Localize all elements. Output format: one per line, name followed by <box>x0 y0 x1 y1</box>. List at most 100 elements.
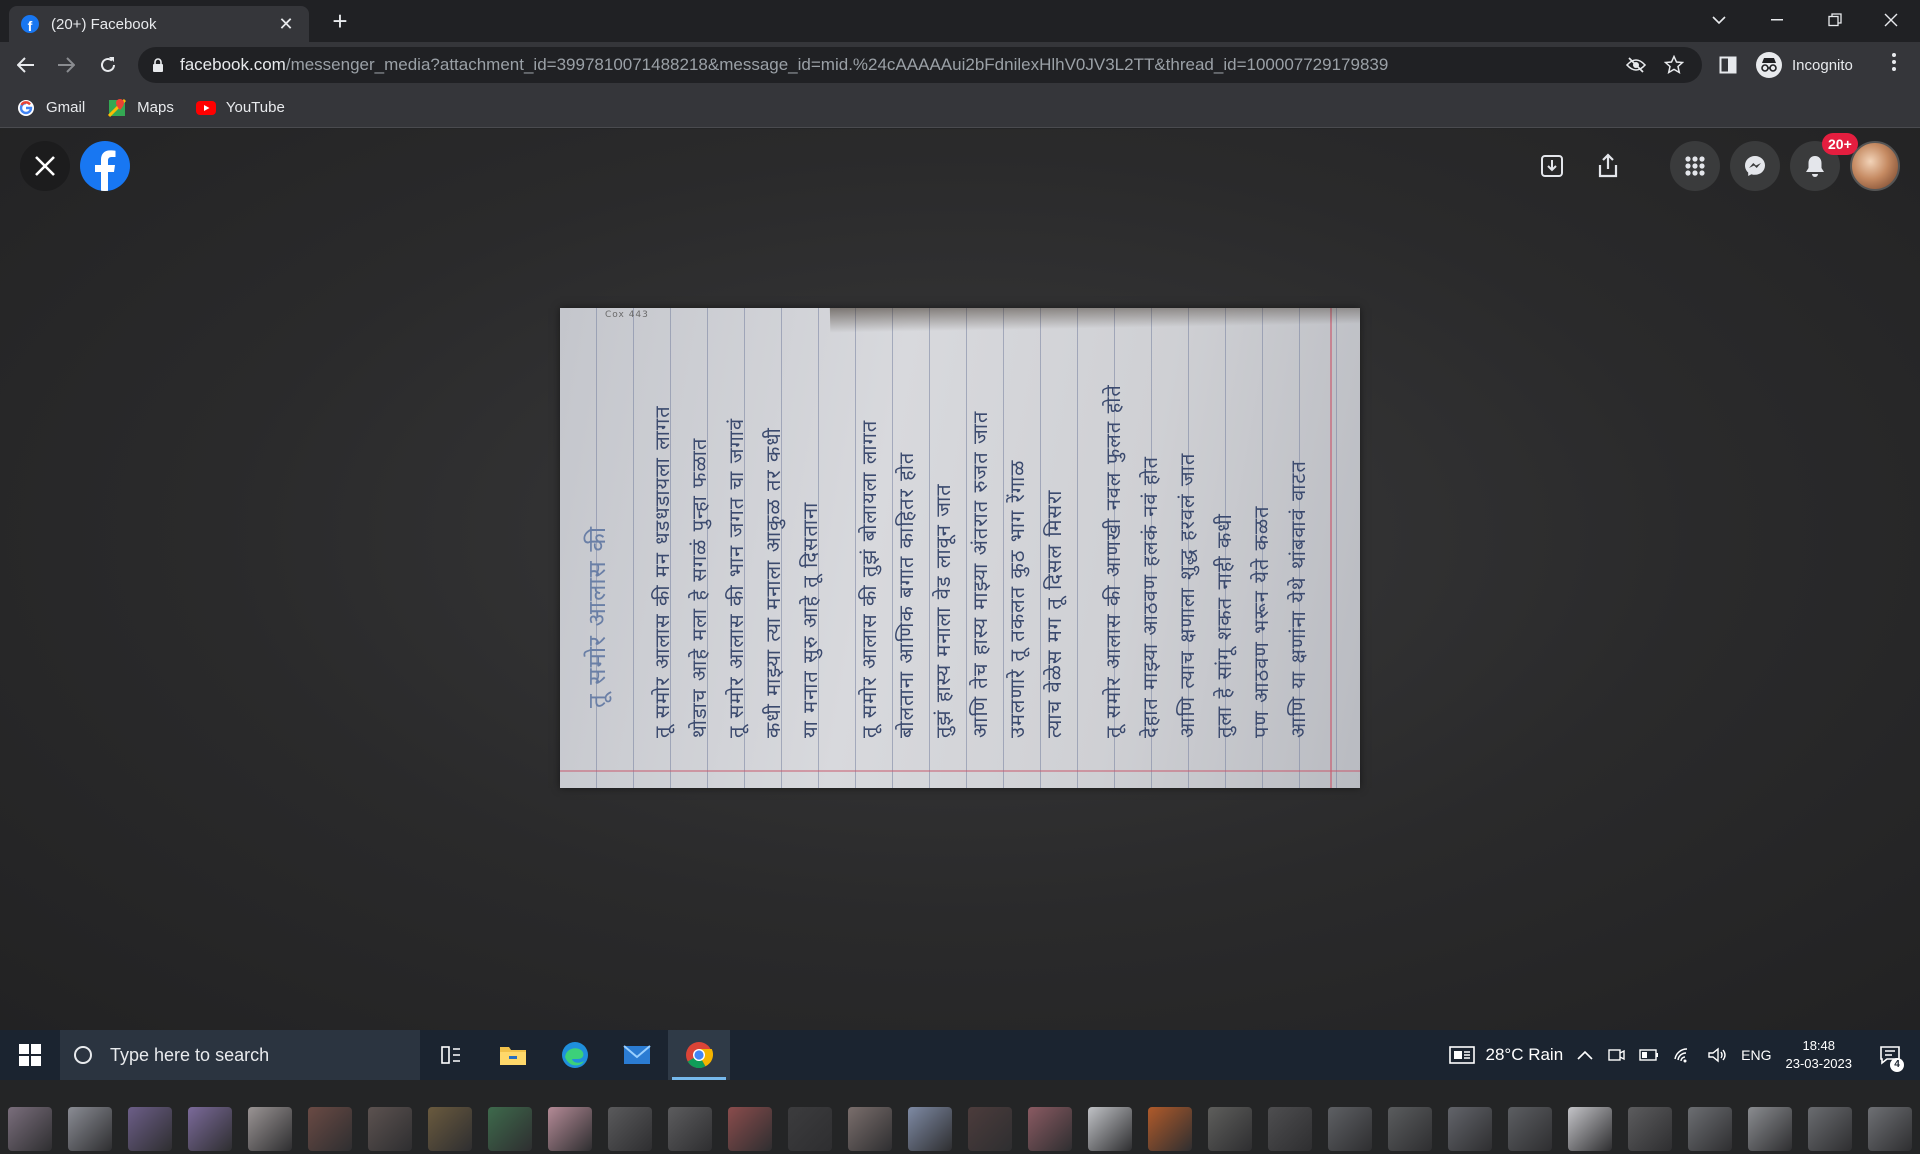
chevron-up-icon[interactable] <box>1577 1050 1593 1060</box>
volume-icon[interactable] <box>1707 1047 1727 1063</box>
media-thumbnail[interactable] <box>1088 1107 1132 1151</box>
battery-icon[interactable] <box>1639 1049 1659 1061</box>
incognito-icon <box>1756 52 1782 78</box>
media-thumbnail[interactable] <box>1268 1107 1312 1151</box>
bookmark-youtube[interactable]: YouTube <box>195 98 285 118</box>
restore-icon[interactable] <box>1806 0 1864 40</box>
media-thumbnail[interactable] <box>1448 1107 1492 1151</box>
windows-start-icon[interactable] <box>0 1030 60 1080</box>
media-thumbnail[interactable] <box>1688 1107 1732 1151</box>
notebook-header-text: Cox 443 <box>605 310 649 320</box>
notebook-margin-bottom <box>560 770 1360 772</box>
task-view-icon[interactable] <box>420 1030 482 1080</box>
media-thumbnail[interactable] <box>1028 1107 1072 1151</box>
download-icon[interactable] <box>1527 141 1577 191</box>
meet-icon[interactable] <box>1607 1047 1625 1063</box>
notification-count: 4 <box>1890 1058 1904 1072</box>
media-thumbnail[interactable] <box>608 1107 652 1151</box>
clock-date: 23-03-2023 <box>1785 1056 1853 1071</box>
media-thumbnail[interactable] <box>488 1107 532 1151</box>
weather-widget[interactable]: 28°C Rain <box>1449 1045 1563 1065</box>
url-path: /messenger_media?attachment_id=399781007… <box>285 55 1389 74</box>
media-thumbnail[interactable] <box>1628 1107 1672 1151</box>
media-thumbnail[interactable] <box>428 1107 472 1151</box>
media-thumbnail[interactable] <box>848 1107 892 1151</box>
sidepanel-icon[interactable] <box>1712 49 1744 81</box>
media-thumbnail[interactable] <box>1808 1107 1852 1151</box>
media-thumbnail[interactable] <box>908 1107 952 1151</box>
handwritten-line: बोलताना आणिक बगात काहितर होत <box>894 451 918 738</box>
eye-off-icon[interactable] <box>1622 51 1650 79</box>
taskbar-search[interactable]: Type here to search <box>60 1030 420 1080</box>
handwritten-line: तू समोर आलास की आणखी नवल फुलत होते <box>1101 384 1125 738</box>
apps-grid-icon[interactable] <box>1670 141 1720 191</box>
new-tab-button[interactable]: + <box>326 8 354 36</box>
handwritten-line: कधी माझ्या त्या मनाला आकुळ तर कधी <box>761 427 785 738</box>
media-thumbnail[interactable] <box>368 1107 412 1151</box>
media-thumbnail[interactable] <box>8 1107 52 1151</box>
menu-icon[interactable] <box>1880 51 1908 79</box>
close-window-icon[interactable] <box>1862 0 1920 40</box>
media-thumbnail[interactable] <box>1868 1107 1912 1151</box>
browser-tab[interactable]: f (20+) Facebook ✕ <box>9 6 309 42</box>
messenger-icon[interactable] <box>1730 141 1780 191</box>
media-thumbnail[interactable] <box>248 1107 292 1151</box>
media-thumbnail[interactable] <box>728 1107 772 1151</box>
handwritten-line: पण आठवण भरून येते कळत <box>1249 505 1273 738</box>
lock-icon[interactable] <box>152 58 164 72</box>
attachment-photo: Cox 443 तू समोर आलास की तू समोर आलास की म… <box>560 308 1360 788</box>
media-thumbnail[interactable] <box>1508 1107 1552 1151</box>
notification-badge: 20+ <box>1822 133 1858 155</box>
notification-icon[interactable]: 4 <box>1870 1030 1910 1080</box>
share-icon[interactable] <box>1583 141 1633 191</box>
windows-taskbar: Type here to search 28°C Rain ENG 18:48 … <box>0 1030 1920 1080</box>
clock[interactable]: 18:48 23-03-2023 <box>1786 1037 1853 1073</box>
media-thumbnail[interactable] <box>968 1107 1012 1151</box>
media-thumbnail[interactable] <box>1568 1107 1612 1151</box>
media-thumbnail[interactable] <box>188 1107 232 1151</box>
bookmark-maps[interactable]: Maps <box>107 98 174 118</box>
media-thumbnail[interactable] <box>1748 1107 1792 1151</box>
facebook-logo[interactable] <box>80 141 130 191</box>
bookmark-gmail[interactable]: Gmail <box>16 98 85 118</box>
star-icon[interactable] <box>1660 51 1688 79</box>
media-thumbnail[interactable] <box>548 1107 592 1151</box>
tab-close-icon[interactable]: ✕ <box>275 14 297 35</box>
handwritten-line: त्याच वेळेस मग तू दिसल मिसरा <box>1042 489 1066 738</box>
address-bar[interactable]: facebook.com/messenger_media?attachment_… <box>138 47 1702 83</box>
media-thumbnail[interactable] <box>668 1107 712 1151</box>
tab-search-icon[interactable] <box>1690 0 1748 40</box>
media-thumbnail[interactable] <box>128 1107 172 1151</box>
incognito-indicator[interactable]: Incognito <box>1756 49 1853 81</box>
media-thumbnail[interactable] <box>788 1107 832 1151</box>
reload-icon[interactable] <box>92 49 124 81</box>
media-thumbnail[interactable] <box>1388 1107 1432 1151</box>
language-indicator[interactable]: ENG <box>1741 1047 1771 1063</box>
handwritten-title: तू समोर आलास की <box>583 525 611 708</box>
notebook-lines <box>560 308 1360 788</box>
handwritten-line: तुला हे सांगू शकत नाही कधी <box>1212 513 1236 738</box>
file-explorer-icon[interactable] <box>482 1030 544 1080</box>
avatar[interactable] <box>1850 141 1900 191</box>
media-thumbnail[interactable] <box>308 1107 352 1151</box>
handwritten-line: तू समोर आलास की भान जगत चा जगावं <box>724 417 748 738</box>
media-thumbnail[interactable] <box>1148 1107 1192 1151</box>
mail-icon[interactable] <box>606 1030 668 1080</box>
youtube-icon <box>195 98 216 118</box>
back-icon[interactable] <box>10 49 42 81</box>
handwritten-line: आणि त्याच क्षणाला शुद्ध हरवलं जात <box>1175 452 1199 738</box>
handwritten-line: तुझं हास्य मनाला वेड लावून जात <box>931 483 955 738</box>
media-thumbnail[interactable] <box>1328 1107 1372 1151</box>
bookmarks-bar: Gmail Maps YouTube <box>0 88 1920 128</box>
forward-icon[interactable] <box>50 49 82 81</box>
url-text: facebook.com/messenger_media?attachment_… <box>180 55 1612 75</box>
close-icon[interactable] <box>20 141 70 191</box>
minimize-icon[interactable] <box>1748 0 1806 40</box>
handwritten-line: थोडाच आहे मला हे सगळं पुन्हा फळात <box>687 437 711 738</box>
search-icon <box>74 1046 92 1064</box>
chrome-icon[interactable] <box>668 1030 730 1080</box>
edge-icon[interactable] <box>544 1030 606 1080</box>
media-thumbnail[interactable] <box>68 1107 112 1151</box>
media-thumbnail[interactable] <box>1208 1107 1252 1151</box>
wifi-icon[interactable] <box>1673 1047 1693 1063</box>
